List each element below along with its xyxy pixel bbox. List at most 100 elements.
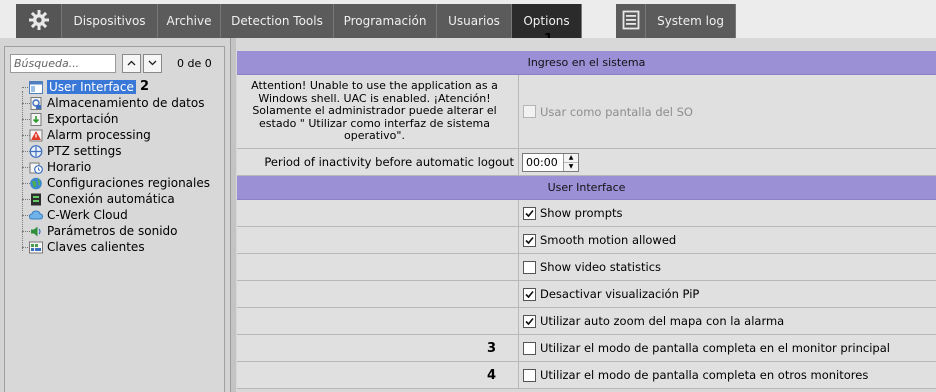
- search-input[interactable]: Búsqueda...: [10, 54, 116, 73]
- toolbar-tabs: Dispositivos Archive Detection Tools Pro…: [16, 4, 736, 38]
- video-statistics-checkbox[interactable]: [523, 260, 536, 274]
- option-row-left: [237, 281, 519, 307]
- ptz-icon: [29, 144, 43, 158]
- uac-warning-text: Attention! Unable to use the application…: [237, 75, 519, 148]
- options-navigation-panel: Búsqueda... 0 de 0 User Interface Almace…: [0, 38, 230, 392]
- tab-usuarios[interactable]: Usuarios: [437, 4, 512, 38]
- tree-item-horario[interactable]: Horario: [15, 159, 210, 175]
- option-row-left: [237, 254, 519, 280]
- system-log-icon-button[interactable]: [616, 4, 646, 38]
- tree-item-almacenamiento[interactable]: Almacenamiento de datos: [15, 95, 210, 111]
- settings-grid: Ingreso en el sistema Attention! Unable …: [237, 51, 936, 389]
- disable-pip-checkbox[interactable]: [523, 287, 536, 301]
- tree-item-alarm-processing[interactable]: Alarm processing: [15, 127, 210, 143]
- options-tree-frame: Búsqueda... 0 de 0 User Interface Almace…: [4, 46, 225, 392]
- option-label: Utilizar el modo de pantalla completa en…: [540, 341, 890, 355]
- cloud-icon: [28, 209, 44, 222]
- fullscreen-main-monitor-checkbox[interactable]: [523, 341, 536, 355]
- tree-item-c-werk-cloud[interactable]: C-Werk Cloud: [15, 207, 210, 223]
- inactivity-row: Period of inactivity before automatic lo…: [237, 149, 936, 176]
- map-autozoom-checkbox[interactable]: [523, 314, 536, 328]
- tree-item-label: Horario: [47, 160, 92, 174]
- option-row: Show prompts: [237, 200, 936, 227]
- shell-mode-cell: Usar como pantalla del SO: [519, 75, 936, 148]
- export-icon: [29, 112, 43, 126]
- tab-detection-tools[interactable]: Detection Tools: [221, 4, 334, 38]
- option-row: 3 Utilizar el modo de pantalla completa …: [237, 335, 936, 362]
- gear-icon: [28, 9, 50, 34]
- globe-icon: [29, 177, 43, 190]
- fullscreen-other-monitors-checkbox[interactable]: [523, 368, 536, 382]
- inactivity-time-value[interactable]: 00:00: [523, 156, 563, 169]
- tree-item-label: Configuraciones regionales: [47, 176, 210, 190]
- log-list-icon: [622, 10, 640, 33]
- option-label: Desactivar visualización PiP: [540, 287, 700, 301]
- option-cell: Utilizar el modo de pantalla completa en…: [519, 362, 936, 388]
- option-label: Utilizar auto zoom del mapa con la alarm…: [540, 314, 785, 328]
- search-match-counter: 0 de 0: [177, 57, 212, 70]
- tree-item-conexion-automatica[interactable]: Conexión automática: [15, 191, 210, 207]
- search-prev-button[interactable]: [122, 54, 141, 73]
- tab-archive[interactable]: Archive: [158, 4, 221, 38]
- smooth-motion-checkbox[interactable]: [523, 233, 536, 247]
- tree-item-user-interface[interactable]: User Interface: [15, 79, 210, 95]
- shell-mode-row: Attention! Unable to use the application…: [237, 75, 936, 149]
- section-header-login: Ingreso en el sistema: [237, 51, 936, 75]
- option-cell: Utilizar auto zoom del mapa con la alarm…: [519, 308, 936, 334]
- option-row-left: [237, 200, 519, 226]
- option-row: Smooth motion allowed: [237, 227, 936, 254]
- option-row: 4 Utilizar el modo de pantalla completa …: [237, 362, 936, 389]
- inactivity-label: Period of inactivity before automatic lo…: [237, 149, 519, 175]
- toolbar-gap: [582, 4, 616, 38]
- settings-menu-button[interactable]: [16, 4, 62, 38]
- tree-item-claves-calientes[interactable]: Claves calientes: [15, 239, 210, 255]
- sound-icon: [29, 225, 43, 238]
- callout-4: 4: [486, 367, 496, 383]
- option-row: Desactivar visualización PiP: [237, 281, 936, 308]
- storage-icon: [29, 96, 43, 110]
- tab-programacion[interactable]: Programación: [334, 4, 437, 38]
- tree-item-configuraciones-regionales[interactable]: Configuraciones regionales: [15, 175, 210, 191]
- option-cell: Smooth motion allowed: [519, 227, 936, 253]
- alarm-icon: [29, 129, 43, 142]
- tab-dispositivos[interactable]: Dispositivos: [62, 4, 158, 38]
- tree-item-parametros-de-sonido[interactable]: Parámetros de sonido: [15, 223, 210, 239]
- auto-connect-icon: [29, 193, 43, 206]
- user-interface-icon: [29, 80, 43, 94]
- option-label: Show prompts: [540, 206, 623, 220]
- tree-item-label: Conexión automática: [47, 192, 175, 206]
- tree-item-label: C-Werk Cloud: [47, 208, 128, 222]
- main-toolbar: Dispositivos Archive Detection Tools Pro…: [0, 0, 936, 38]
- option-label: Smooth motion allowed: [540, 233, 677, 247]
- stepper-up-button[interactable]: ▲: [564, 153, 578, 162]
- tree-item-label: Exportación: [47, 112, 119, 126]
- option-label: Show video statistics: [540, 260, 662, 274]
- options-content-panel: Ingreso en el sistema Attention! Unable …: [236, 38, 936, 392]
- tab-system-log[interactable]: System log: [646, 4, 736, 38]
- inactivity-time-stepper[interactable]: 00:00 ▲ ▼: [522, 152, 579, 172]
- option-row: Show video statistics: [237, 254, 936, 281]
- tree-item-label: User Interface: [47, 80, 136, 94]
- options-tree: User Interface Almacenamiento de datos E…: [15, 79, 210, 255]
- option-cell: Show prompts: [519, 200, 936, 226]
- option-row-left: [237, 227, 519, 253]
- option-row-left: [237, 308, 519, 334]
- schedule-icon: [29, 161, 43, 174]
- option-cell: Desactivar visualización PiP: [519, 281, 936, 307]
- tree-item-label: Claves calientes: [47, 240, 145, 254]
- tree-item-label: Parámetros de sonido: [47, 224, 178, 238]
- show-prompts-checkbox[interactable]: [523, 206, 536, 220]
- option-cell: Utilizar el modo de pantalla completa en…: [519, 335, 936, 361]
- callout-2: 2: [140, 79, 150, 94]
- option-cell: Show video statistics: [519, 254, 936, 280]
- tree-item-label: PTZ settings: [47, 144, 122, 158]
- section-header-user-interface: User Interface: [237, 176, 936, 200]
- stepper-down-button[interactable]: ▼: [564, 161, 578, 171]
- tree-item-ptz-settings[interactable]: PTZ settings: [15, 143, 210, 159]
- use-as-shell-checkbox[interactable]: [523, 105, 536, 118]
- tree-item-label: Almacenamiento de datos: [47, 96, 205, 110]
- tree-item-exportacion[interactable]: Exportación: [15, 111, 210, 127]
- search-next-button[interactable]: [143, 54, 162, 73]
- stepper-arrows: ▲ ▼: [563, 153, 578, 171]
- chevron-up-icon: [127, 59, 136, 69]
